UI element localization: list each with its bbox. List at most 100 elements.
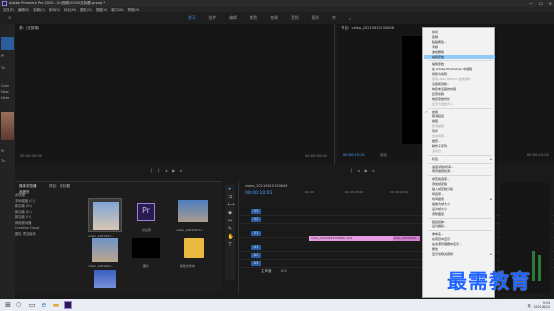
context-menu-item[interactable]: 恢复原始时长 xyxy=(432,97,494,101)
step-forward-icon[interactable]: ▸ xyxy=(373,168,375,173)
context-menu-item[interactable]: 粘贴属性... xyxy=(432,40,494,44)
media-thumbnail[interactable] xyxy=(132,238,160,258)
workspace-tab-audio[interactable]: 音频 xyxy=(291,15,299,21)
workspace-tab-learn[interactable]: 学习 xyxy=(188,15,196,21)
mark-in-icon[interactable]: { xyxy=(150,168,153,173)
context-menu-item[interactable]: 取消编组 xyxy=(432,124,494,128)
context-menu-item[interactable]: 制作子序列 xyxy=(432,144,494,148)
minimize-button[interactable]: — xyxy=(529,0,533,7)
program-fit-select[interactable]: 适合 xyxy=(380,153,387,158)
edge-browser-icon[interactable]: e xyxy=(40,301,48,309)
mark-out-icon[interactable]: } xyxy=(158,168,161,173)
context-menu-item[interactable]: 合并剪辑... xyxy=(432,134,494,138)
taskbar-clock[interactable]: 9:34 2021/6/24 xyxy=(534,301,550,309)
context-menu-item[interactable]: 调整图层 xyxy=(432,212,494,216)
razor-tool-icon[interactable]: ◆ xyxy=(228,211,233,216)
context-menu-item[interactable]: 替换为剪辑 xyxy=(432,72,494,76)
folder-tree-item[interactable]: 团队 项目版本 xyxy=(15,232,73,238)
context-menu-item[interactable]: 显示剪辑关键帧 ▸ xyxy=(432,252,494,256)
workspace-tab-assembly[interactable]: 组件 xyxy=(209,15,217,21)
context-menu-item[interactable]: 编辑原始 xyxy=(424,54,495,59)
context-menu-item[interactable]: 在资源管理器中显示... xyxy=(432,242,494,246)
timeline-clip[interactable]: video_20210615... xyxy=(393,236,420,241)
context-menu-item[interactable]: 帧定格选项... xyxy=(432,177,494,181)
track-label-v3[interactable]: V3 xyxy=(251,209,261,214)
step-forward-icon[interactable]: ▸ xyxy=(180,168,182,173)
context-menu-item[interactable]: 在项目中显示 xyxy=(432,237,494,241)
context-menu-item[interactable]: 取消链接 xyxy=(432,114,494,118)
media-thumbnail[interactable] xyxy=(88,198,122,232)
slip-tool-icon[interactable]: ↔ xyxy=(228,219,233,224)
close-button[interactable]: ✕ xyxy=(549,0,552,7)
track-label-a2[interactable]: A2 xyxy=(251,253,261,258)
context-menu-item[interactable]: 属性 xyxy=(432,247,494,251)
context-menu-item[interactable]: 设为帧大小 xyxy=(432,207,494,211)
media-browser-tab[interactable]: 媒体浏览器 xyxy=(19,184,37,189)
context-menu-item[interactable]: 还原剪辑 xyxy=(432,92,494,96)
context-menu-item[interactable]: 波纹删除 xyxy=(432,50,494,54)
media-thumbnail[interactable] xyxy=(92,238,118,262)
learn-thumbnail[interactable] xyxy=(1,112,14,140)
home-icon[interactable]: ⌂ xyxy=(8,15,13,21)
program-monitor-tab[interactable]: 节目：video_20210615150846 xyxy=(341,26,394,31)
context-menu-item[interactable]: 重命名... xyxy=(432,232,494,236)
selection-tool-icon[interactable]: ▸ xyxy=(228,187,233,192)
premiere-taskbar-icon[interactable] xyxy=(64,301,72,309)
timeline-sequence-tab[interactable]: video_20210615150846 xyxy=(245,184,288,188)
track-label-v1[interactable]: V1 xyxy=(251,231,261,236)
context-menu-item[interactable]: 使用 After Effects 合成替换 xyxy=(432,77,494,81)
master-volume-value[interactable]: 0.0 xyxy=(281,269,287,273)
context-menu-item[interactable]: 多机位 xyxy=(432,149,494,153)
file-explorer-icon[interactable]: ▬ xyxy=(52,301,60,309)
timeline-ruler[interactable]: 00:00 00:00:05:00 00:00:10:00 xyxy=(305,190,423,196)
context-menu-item[interactable]: 添加帧定格 xyxy=(432,182,494,186)
play-icon[interactable]: ▶ xyxy=(365,168,368,173)
track-label-a3[interactable]: A3 xyxy=(251,261,261,266)
track-select-tool-icon[interactable]: ⇉ xyxy=(228,195,233,200)
context-menu-item[interactable]: 复制 xyxy=(432,35,494,39)
workspace-more-icon[interactable]: » xyxy=(349,16,351,21)
pen-tool-icon[interactable]: ✎ xyxy=(228,227,233,232)
search-icon[interactable]: ○ xyxy=(16,301,24,309)
context-menu-item[interactable]: 恢复未渲染的内容 xyxy=(432,87,494,91)
step-back-icon[interactable]: ◂ xyxy=(358,168,360,173)
maximize-button[interactable]: ☐ xyxy=(539,0,543,7)
workspace-tab-effects[interactable]: 效果 xyxy=(270,15,278,21)
input-method-indicator[interactable]: 英 xyxy=(527,303,530,308)
hand-tool-icon[interactable]: ✋ xyxy=(228,235,234,240)
context-menu-item[interactable]: 时间插值 ▸ xyxy=(432,197,494,201)
step-back-icon[interactable]: ◂ xyxy=(165,168,167,173)
source-monitor-tab[interactable]: 源：(无剪辑) xyxy=(19,26,39,31)
context-menu-item[interactable]: 缩放为帧大小 xyxy=(432,202,494,206)
context-menu-item[interactable]: 嵌套... xyxy=(432,139,494,143)
workspace-tab-graphics[interactable]: 图形 xyxy=(312,15,320,21)
media-thumbnail[interactable] xyxy=(94,270,116,288)
context-menu-item[interactable]: 插入帧定格分段 xyxy=(432,187,494,191)
premiere-project-icon[interactable]: Pr xyxy=(137,203,155,221)
windows-start-icon[interactable]: ⊞ xyxy=(4,301,12,309)
context-menu-item[interactable]: 清除 xyxy=(432,45,494,49)
workspace-tab-color[interactable]: 颜色 xyxy=(250,15,258,21)
learn-thumbnail[interactable] xyxy=(1,37,14,50)
project-tab[interactable]: 项目：无标题 xyxy=(49,184,70,189)
ripple-edit-tool-icon[interactable]: ⟷ xyxy=(228,203,235,208)
workspace-tab-libraries[interactable]: 库 xyxy=(332,15,336,21)
context-menu-item[interactable]: 场景编辑检测... xyxy=(432,169,494,173)
timeline-clip[interactable]: video_20210615150846.mp4 xyxy=(309,236,393,241)
context-menu-item[interactable]: 场选项... xyxy=(432,192,494,196)
context-menu-item[interactable]: 标签 ▸ xyxy=(432,157,494,161)
context-menu-item[interactable]: 渲染和替换... xyxy=(432,82,494,86)
context-menu-item[interactable]: 设为脱机... xyxy=(432,224,494,228)
play-icon[interactable]: ▶ xyxy=(172,168,175,173)
context-menu-item[interactable]: 在 Adobe Photoshop 中编辑 xyxy=(432,67,494,71)
context-menu-item[interactable]: 剪切 xyxy=(432,30,494,34)
task-view-icon[interactable]: ▭ xyxy=(28,301,36,309)
type-tool-icon[interactable]: T xyxy=(228,243,233,248)
context-menu-item[interactable]: 还原为原始大小 xyxy=(432,102,494,106)
context-menu-item[interactable]: 同步 xyxy=(432,129,494,133)
mark-in-icon[interactable]: { xyxy=(350,168,353,173)
track-label-v2[interactable]: V2 xyxy=(251,217,261,222)
folder-icon[interactable] xyxy=(184,238,204,258)
media-thumbnail[interactable] xyxy=(178,200,208,222)
context-menu-item[interactable]: 编组 xyxy=(432,119,494,123)
